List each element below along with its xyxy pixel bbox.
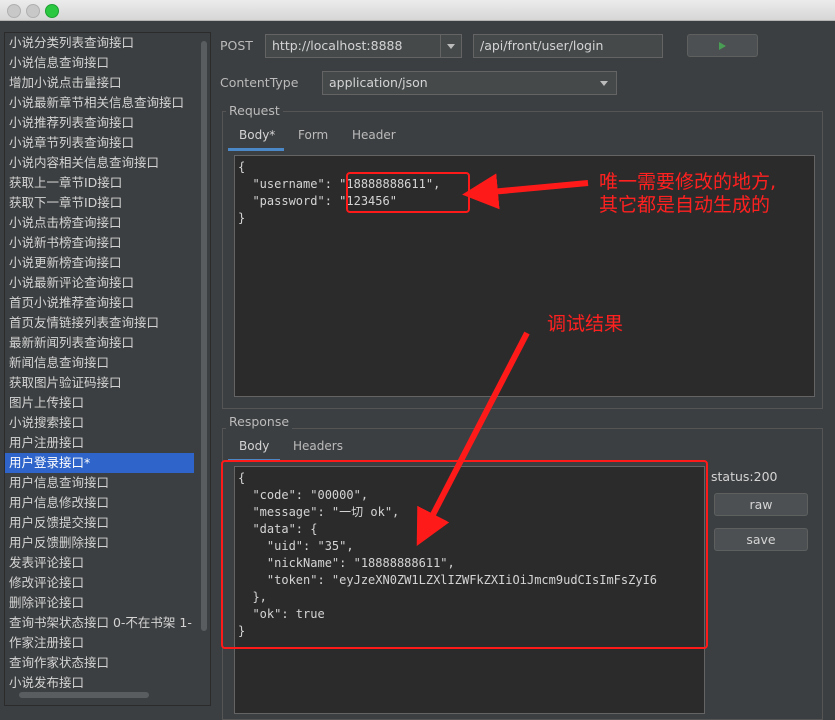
annotation-arrows — [416, 173, 589, 546]
arrow-to-request — [462, 173, 589, 210]
arrow-to-response — [416, 331, 530, 546]
